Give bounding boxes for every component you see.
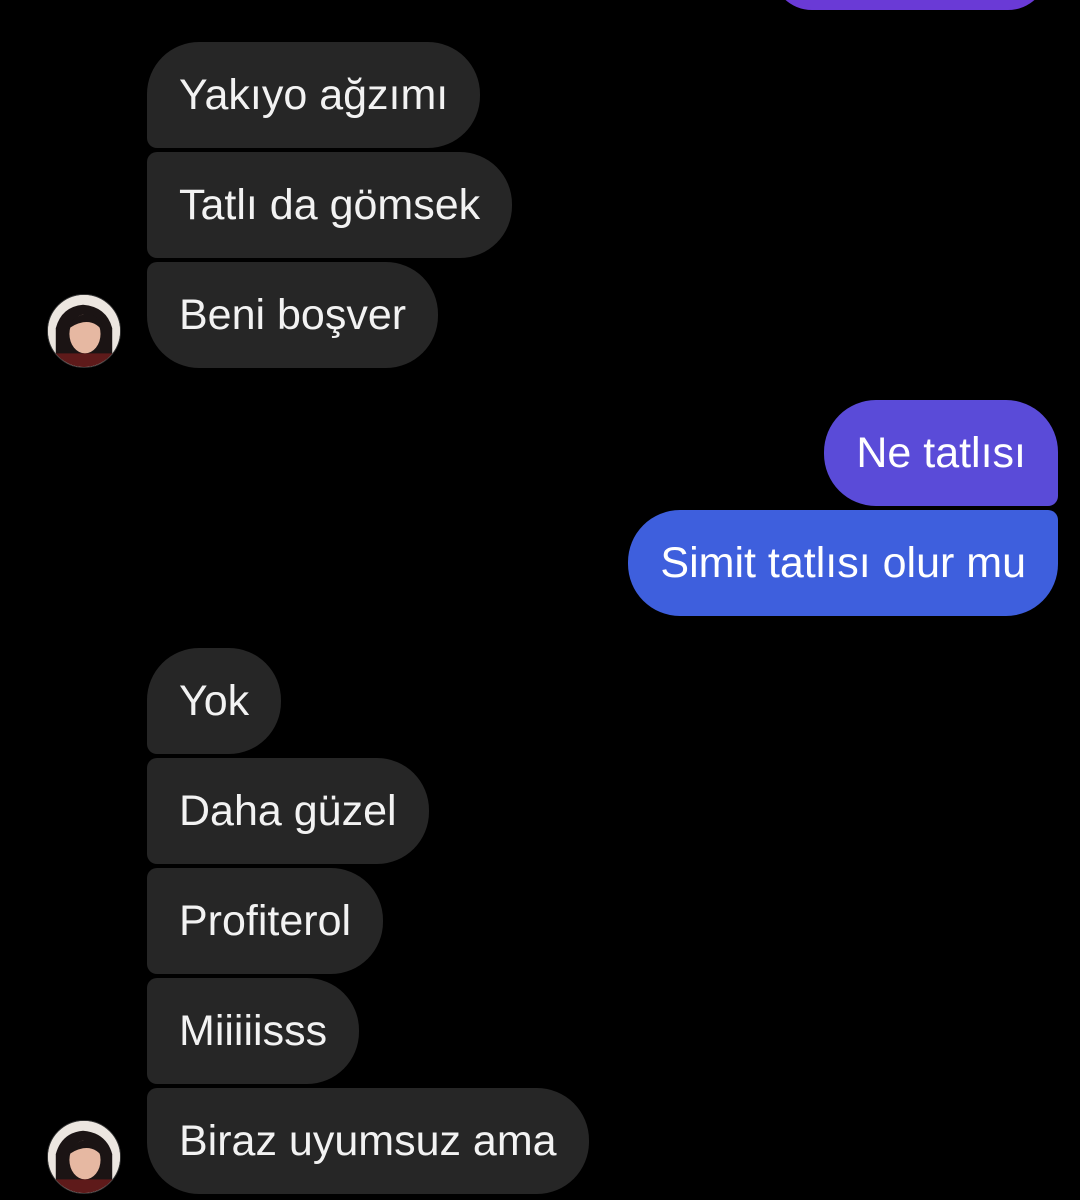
received-message-bubble[interactable]: Daha güzel	[147, 758, 429, 864]
contact-avatar[interactable]	[47, 1120, 121, 1194]
received-message-bubble[interactable]: Tatlı da gömsek	[147, 152, 513, 258]
profile-photo-icon	[48, 295, 120, 367]
message-text: Ne tatlısı	[856, 428, 1026, 477]
chat-thread: Yakıyo ağzımı Tatlı da gömsek Beni boşve…	[0, 0, 1080, 1200]
message-text: Miiiiisss	[179, 1006, 328, 1055]
message-text: Daha güzel	[179, 786, 397, 835]
sent-message-bubble-partial[interactable]	[772, 0, 1048, 10]
sent-message-bubble[interactable]: Ne tatlısı	[824, 400, 1058, 506]
sent-message-bubble[interactable]: Simit tatlısı olur mu	[628, 510, 1058, 616]
received-message-bubble[interactable]: Beni boşver	[147, 262, 439, 368]
message-text: Profiterol	[179, 896, 352, 945]
received-message-bubble[interactable]: Yok	[147, 648, 282, 754]
received-message-bubble[interactable]: Miiiiisss	[147, 978, 360, 1084]
received-message-bubble[interactable]: Profiterol	[147, 868, 384, 974]
message-text: Biraz uyumsuz ama	[179, 1116, 557, 1165]
message-text: Beni boşver	[179, 290, 407, 339]
contact-avatar[interactable]	[47, 294, 121, 368]
message-text: Yok	[179, 676, 250, 725]
message-text: Simit tatlısı olur mu	[660, 538, 1026, 587]
received-message-bubble[interactable]: Yakıyo ağzımı	[147, 42, 481, 148]
profile-photo-icon	[48, 1121, 120, 1193]
message-text: Tatlı da gömsek	[179, 180, 481, 229]
received-message-bubble[interactable]: Biraz uyumsuz ama	[147, 1088, 589, 1194]
message-text: Yakıyo ağzımı	[179, 70, 449, 119]
